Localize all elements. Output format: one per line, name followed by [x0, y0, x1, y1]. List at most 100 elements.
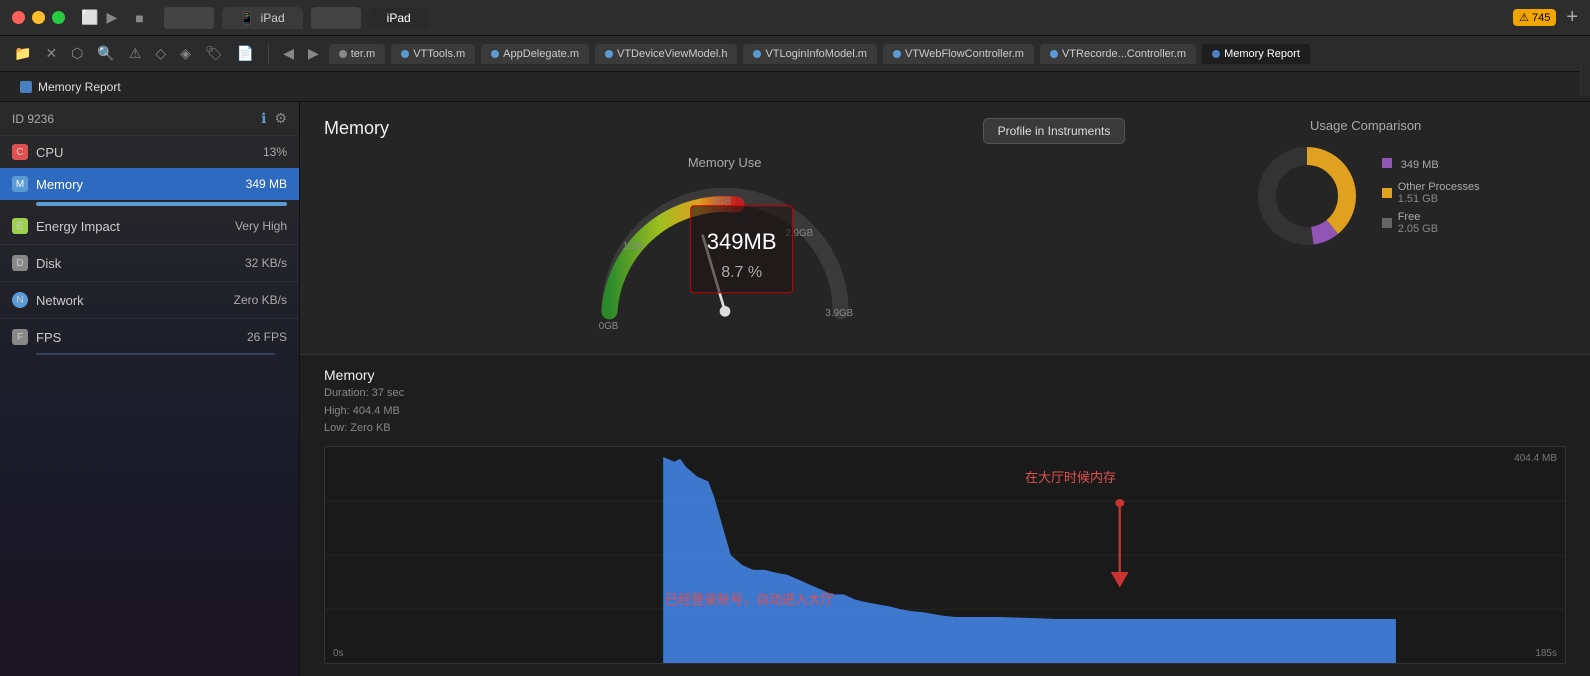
annotation-text-1: 在大厅时候内存 [1025, 467, 1116, 486]
stop-icon[interactable]: ■ [131, 8, 147, 28]
sidebar-toggle-icon[interactable]: ⬜ [77, 7, 102, 28]
disk-icon: D [12, 255, 28, 271]
fps-label: FPS [36, 330, 247, 345]
doc-icon[interactable]: 📄 [233, 43, 258, 64]
memory-tab-icon [20, 81, 32, 93]
tab-vtdevice-label: VTDeviceViewModel.h [617, 48, 727, 60]
pin-icon[interactable]: ◈ [176, 43, 195, 64]
memory-report-tab[interactable]: Memory Report [10, 76, 131, 98]
fps-bar [36, 353, 275, 355]
cpu-icon: C [12, 144, 28, 160]
label-icon[interactable]: 🏷 [201, 43, 227, 64]
svg-text:3.9GB: 3.9GB [825, 308, 853, 319]
usage-content: 349 MB Other Processes 1.51 GB [1252, 141, 1480, 251]
play-icon[interactable]: ▶ [102, 7, 121, 28]
sidebar-item-energy[interactable]: E Energy Impact Very High [0, 210, 299, 242]
tab-dot [893, 50, 901, 58]
minimize-button[interactable] [32, 11, 45, 24]
graph-high: High: 404.4 MB [324, 403, 404, 421]
structure-icon[interactable]: ⬡ [67, 43, 87, 64]
svg-text:0GB: 0GB [598, 321, 618, 332]
memory-report-tab-label: Memory Report [38, 80, 121, 94]
folder-icon[interactable]: 📁 [10, 43, 35, 64]
tab-memory-label: Memory Report [1224, 48, 1300, 60]
file-tabs-toolbar: 📁 ✕ ⬡ 🔍 ⚠ ◇ ◈ 🏷 📄 ◀ ▶ ter.m VTTools.m Ap… [0, 36, 1590, 72]
warning-icon[interactable]: ⚠ [125, 43, 146, 64]
tab-vtlogin-label: VTLoginInfoModel.m [765, 48, 867, 60]
cpu-label: CPU [36, 145, 263, 160]
separator [0, 318, 299, 319]
header-top-row: Memory Profile in Instruments [324, 118, 1125, 155]
profile-instruments-button[interactable]: Profile in Instruments [983, 118, 1126, 144]
fps-value: 26 FPS [247, 330, 287, 344]
warning-count: 745 [1532, 12, 1550, 24]
memory-report-toolbar: Memory Report [0, 72, 1590, 102]
graph-y-label: 404.4 MB [1514, 453, 1557, 464]
forward-icon[interactable]: ▶ [304, 43, 323, 64]
gauge-pct-unit: % [743, 264, 762, 281]
sidebar-id: ID 9236 [12, 112, 54, 126]
collapse-handle[interactable] [1580, 66, 1590, 96]
legend-free: Free 2.05 GB [1382, 211, 1480, 235]
legend-other-processes: Other Processes 1.51 GB [1382, 181, 1480, 205]
other-value: 1.51 GB [1398, 193, 1480, 205]
tab-vtlogin[interactable]: VTLoginInfoModel.m [743, 44, 877, 64]
back-icon[interactable]: ◀ [279, 43, 298, 64]
sidebar: ID 9236 ℹ ⚙ C CPU 13% M Memory 349 MB E … [0, 102, 300, 676]
titlebar-right: ⚠ 745 + [1513, 6, 1578, 29]
tab-ter-m[interactable]: ter.m [329, 44, 385, 64]
fps-icon: F [12, 329, 28, 345]
gauge-title: Memory Use [688, 155, 762, 170]
tab-appdelegate[interactable]: AppDelegate.m [481, 44, 589, 64]
usage-legend: 349 MB Other Processes 1.51 GB [1382, 158, 1480, 235]
tab-vtrecord[interactable]: VTRecorde...Controller.m [1040, 44, 1196, 64]
graph-x-end: 185s [1535, 648, 1557, 659]
tab-dot [339, 50, 347, 58]
diamond-icon[interactable]: ◇ [151, 43, 170, 64]
cpu-value: 13% [263, 145, 287, 159]
tab-dot [491, 50, 499, 58]
energy-label: Energy Impact [36, 219, 235, 234]
graph-svg [325, 447, 1565, 663]
close-icon[interactable]: ✕ [41, 43, 61, 64]
graph-panel: Memory Duration: 37 sec High: 404.4 MB L… [300, 355, 1590, 676]
memory-label: Memory [36, 177, 246, 192]
free-dot [1382, 218, 1392, 228]
add-button[interactable]: + [1566, 6, 1578, 29]
sidebar-item-disk[interactable]: D Disk 32 KB/s [0, 247, 299, 279]
sidebar-item-memory[interactable]: M Memory 349 MB [0, 168, 299, 200]
sidebar-item-fps[interactable]: F FPS 26 FPS [0, 321, 299, 353]
device-preview-2 [311, 7, 361, 29]
search-icon[interactable]: 🔍 [93, 43, 118, 64]
nav-controls: ▶ ■ [102, 7, 147, 28]
gauge-value-box: 349MB 8.7 % [690, 205, 794, 293]
tab-vtdevice[interactable]: VTDeviceViewModel.h [595, 44, 737, 64]
separator [0, 244, 299, 245]
tab-memory-report[interactable]: Memory Report [1202, 44, 1310, 64]
close-button[interactable] [12, 11, 25, 24]
device-preview-1 [164, 7, 214, 29]
gauge-container: 0GB 1GB 2GB 2.9GB 3.9GB 349MB [555, 178, 895, 338]
info-icon[interactable]: ℹ [261, 110, 266, 127]
graph-duration: Duration: 37 sec [324, 385, 404, 403]
tablet-icon: 📱 [240, 11, 255, 25]
disk-value: 32 KB/s [245, 256, 287, 270]
sidebar-item-cpu[interactable]: C CPU 13% [0, 136, 299, 168]
tab-dot [753, 50, 761, 58]
device-tab-1[interactable]: 📱 iPad [222, 7, 303, 29]
device-tab-2[interactable]: iPad [369, 7, 429, 29]
gauge-mb-number: 349 [707, 229, 744, 254]
usage-comparison-section: Usage Comparison [1165, 118, 1566, 251]
donut-container [1252, 141, 1362, 251]
sidebar-item-network[interactable]: N Network Zero KB/s [0, 284, 299, 316]
maximize-button[interactable] [52, 11, 65, 24]
gauge-mb-unit: MB [744, 229, 777, 254]
content-area: Memory Profile in Instruments Memory Use [300, 102, 1590, 676]
separator [0, 281, 299, 282]
sidebar-header: ID 9236 ℹ ⚙ [0, 102, 299, 136]
settings-icon[interactable]: ⚙ [274, 110, 287, 127]
tab-vttools[interactable]: VTTools.m [391, 44, 475, 64]
tab-vtweb[interactable]: VTWebFlowController.m [883, 44, 1034, 64]
memory-panel-left: Memory Profile in Instruments Memory Use [324, 118, 1125, 338]
tab-vttools-label: VTTools.m [413, 48, 465, 60]
